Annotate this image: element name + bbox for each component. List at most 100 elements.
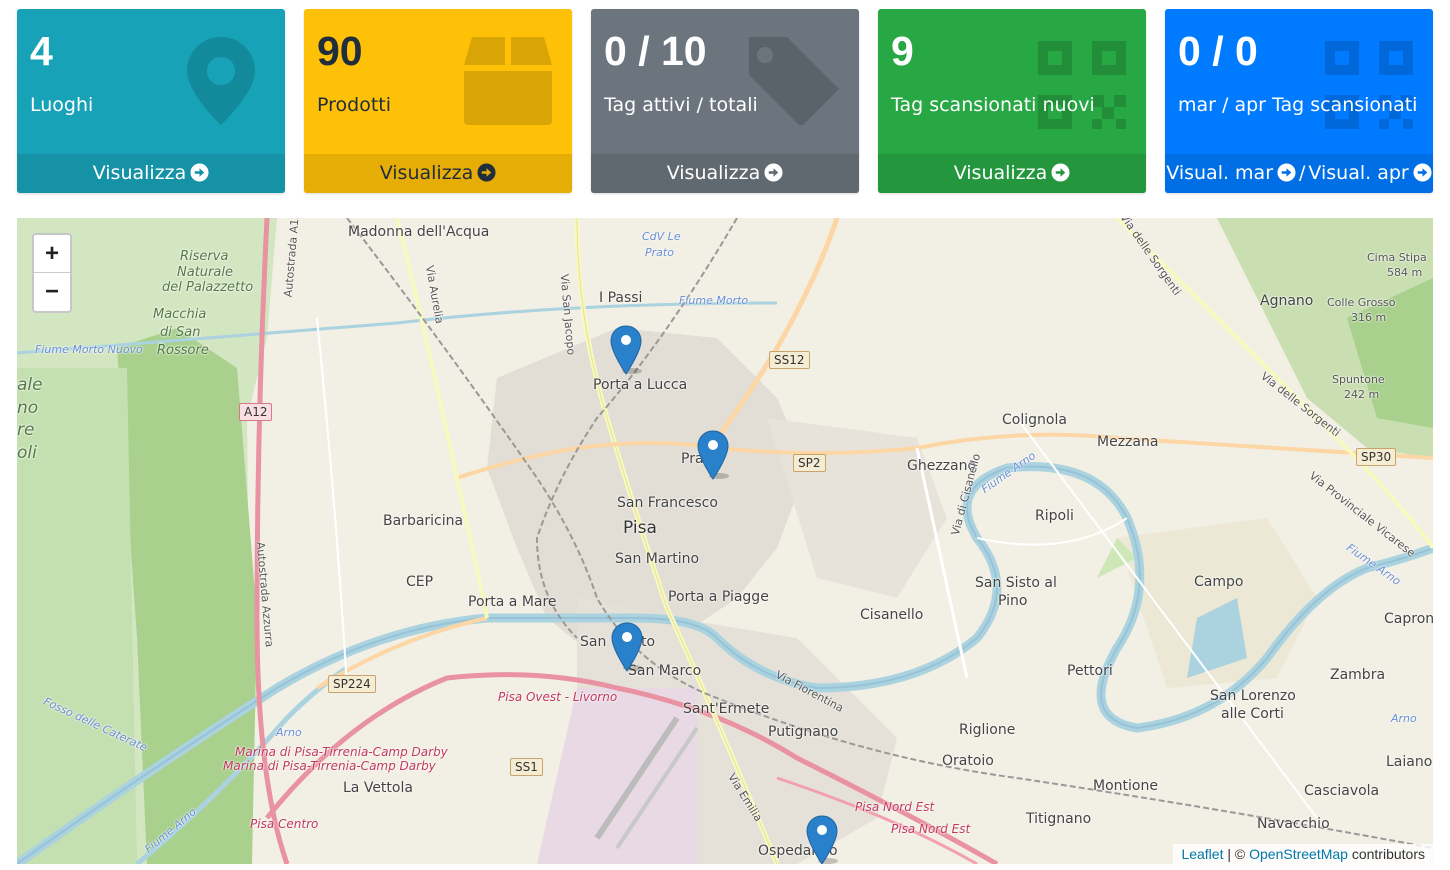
place-label: La Vettola [343, 780, 413, 796]
place-label: re [17, 420, 35, 440]
place-label: alle Corti [1221, 706, 1284, 722]
place-label: Laiano [1386, 754, 1433, 770]
place-label: Naturale [177, 265, 233, 280]
place-label: Montione [1093, 778, 1158, 794]
place-label: Campo [1194, 574, 1244, 590]
place-label: Mezzana [1097, 434, 1159, 450]
card-prodotti: 90 Prodotti Visualizza [304, 9, 572, 193]
place-label: San Lorenzo [1210, 688, 1296, 704]
place-label: ale [17, 375, 43, 395]
place-label: 584 m [1387, 266, 1423, 279]
place-label: 242 m [1344, 388, 1380, 401]
place-label: Barbaricina [383, 513, 464, 529]
place-label: Rossore [157, 343, 209, 358]
map-marker-pin[interactable] [697, 430, 729, 480]
place-label: Pino [998, 593, 1028, 609]
place-label: Navacchio [1257, 816, 1330, 832]
card-value: 90 [317, 28, 363, 74]
place-label: Agnano [1260, 293, 1314, 309]
box-icon [464, 37, 552, 125]
place-label: San Sisto al [975, 575, 1057, 591]
map-marker-pin[interactable] [611, 622, 643, 672]
road-shield: SP30 [1356, 448, 1397, 466]
road-shield: SP2 [793, 454, 826, 472]
card-label: Tag attivi / totali [604, 94, 758, 116]
place-label: Putignano [768, 724, 839, 740]
zoom-out-button[interactable]: − [34, 273, 70, 311]
card-label: mar / apr Tag scansionati [1178, 94, 1418, 116]
place-label: Cima Stipa [1367, 251, 1427, 264]
map[interactable]: + − Madonna dell'Acqua CdV Le Prato I Pa… [17, 218, 1433, 864]
arrow-circle-right-icon [477, 163, 496, 182]
place-label: I Passi [599, 290, 643, 306]
footer-link-apr[interactable]: Visual. apr [1308, 162, 1432, 184]
card-luoghi: 4 Luoghi Visualizza [17, 9, 285, 193]
place-label: 316 m [1351, 311, 1387, 324]
qrcode-icon [1325, 41, 1413, 129]
card-footer-link[interactable]: Visualizza [17, 154, 285, 193]
road-shield: SP224 [328, 675, 376, 693]
map-marker-pin[interactable] [806, 815, 838, 864]
place-label: Capron [1384, 611, 1433, 627]
tag-icon [749, 37, 839, 125]
place-label: CEP [406, 574, 434, 590]
place-label: Colle Grosso [1327, 296, 1396, 309]
place-label: Arno [1391, 712, 1417, 725]
place-label: Titignano [1026, 811, 1092, 827]
place-label: Riserva [180, 249, 229, 264]
place-label: Pisa [623, 518, 657, 538]
place-label: CdV Le [642, 230, 681, 243]
card-footer-link[interactable]: Visualizza [591, 154, 859, 193]
place-label: San Francesco [617, 495, 718, 511]
place-label: Pettori [1067, 663, 1113, 679]
card-label: Luoghi [30, 94, 94, 116]
place-label: Ripoli [1035, 508, 1074, 524]
place-label: Oratoio [942, 753, 994, 769]
place-label: del Palazzetto [162, 280, 254, 295]
place-label: oli [17, 443, 37, 463]
place-label: San Martino [615, 551, 700, 567]
card-value: 9 [891, 28, 914, 74]
place-label: to [641, 634, 656, 650]
footer-separator: / [1299, 162, 1306, 184]
qrcode-icon [1038, 41, 1126, 129]
place-label: Arno [276, 726, 302, 739]
place-label: Porta a Piagge [668, 589, 769, 605]
card-value: 0 / 10 [604, 28, 707, 74]
card-footer: Visual. mar / Visual. apr [1165, 154, 1433, 193]
road-shield: A12 [239, 403, 273, 421]
place-label: Prato [645, 246, 674, 259]
arrow-circle-right-icon [1277, 163, 1296, 182]
place-label: Pisa Nord Est [891, 822, 971, 836]
map-marker-icon [187, 37, 255, 125]
place-label: Madonna dell'Acqua [348, 224, 490, 240]
arrow-circle-right-icon [1051, 163, 1070, 182]
road-shield: SS1 [510, 758, 543, 776]
card-label: Prodotti [317, 94, 392, 116]
card-tag-scansionati-nuovi: 9 Tag scansionati nuovi Visualizza [878, 9, 1146, 193]
place-label: no [17, 398, 39, 418]
zoom-control: + − [32, 233, 72, 313]
place-label: Pisa Ovest - Livorno [498, 690, 618, 704]
place-label: Porta a Mare [468, 594, 557, 610]
card-footer-link[interactable]: Visualizza [878, 154, 1146, 193]
place-label: di San [160, 325, 201, 340]
place-label: Pisa Centro [250, 817, 319, 831]
card-label: Tag scansionati nuovi [891, 94, 1095, 116]
map-marker-pin[interactable] [610, 325, 642, 375]
place-label: Fiume Morto Nuovo [35, 343, 143, 356]
arrow-circle-right-icon [764, 163, 783, 182]
place-label: Zambra [1330, 667, 1386, 683]
arrow-circle-right-icon [190, 163, 209, 182]
place-label: Casciavola [1304, 783, 1380, 799]
card-tag-attivi: 0 / 10 Tag attivi / totali Visualizza [591, 9, 859, 193]
place-label: Colignola [1002, 412, 1067, 428]
card-footer-link[interactable]: Visualizza [304, 154, 572, 193]
leaflet-link[interactable]: Leaflet [1181, 846, 1223, 862]
osm-link[interactable]: OpenStreetMap [1249, 846, 1348, 862]
place-label: Spuntone [1332, 373, 1385, 386]
footer-link-mar[interactable]: Visual. mar [1166, 162, 1296, 184]
place-label: Cisanello [860, 607, 924, 623]
zoom-in-button[interactable]: + [34, 235, 70, 273]
place-label: San [580, 634, 607, 650]
